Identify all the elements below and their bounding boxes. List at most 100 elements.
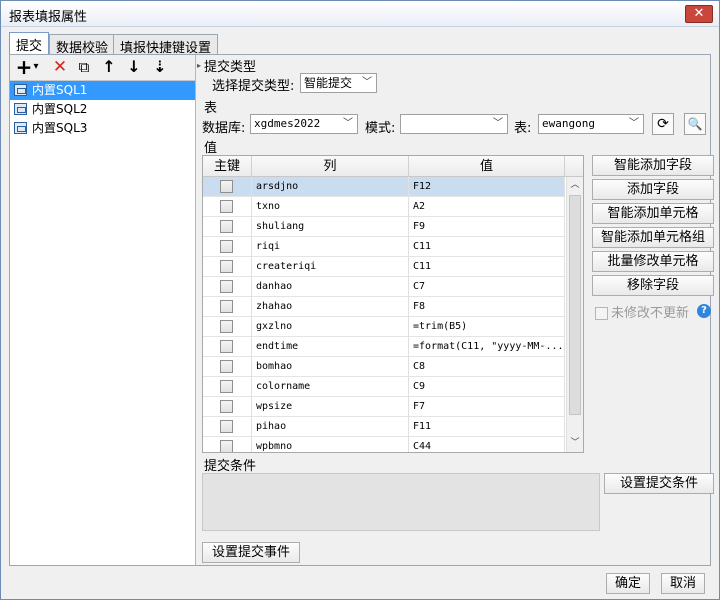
value-cell[interactable]: C8 bbox=[409, 357, 565, 377]
mode-select[interactable]: ﹀ bbox=[400, 114, 508, 134]
table-row[interactable]: arsdjno F12 bbox=[203, 177, 565, 197]
scroll-thumb[interactable] bbox=[569, 195, 581, 415]
value-cell[interactable]: C9 bbox=[409, 377, 565, 397]
header-value[interactable]: 值 bbox=[409, 156, 565, 177]
value-cell[interactable]: F8 bbox=[409, 297, 565, 317]
table-row[interactable]: createriqi C11 bbox=[203, 257, 565, 277]
scroll-up-icon[interactable]: ︿ bbox=[567, 177, 583, 194]
column-name-cell[interactable]: bomhao bbox=[252, 357, 409, 377]
column-name-cell[interactable]: danhao bbox=[252, 277, 409, 297]
primary-key-checkbox[interactable] bbox=[220, 300, 233, 313]
column-name-cell[interactable]: wpbmno bbox=[252, 437, 409, 452]
sort-icon[interactable]: ⇣ bbox=[150, 57, 170, 77]
value-cell[interactable]: F12 bbox=[409, 177, 565, 197]
column-name-cell[interactable]: wpsize bbox=[252, 397, 409, 417]
set-event-button[interactable]: 设置提交事件 bbox=[202, 542, 300, 563]
table-row[interactable]: danhao C7 bbox=[203, 277, 565, 297]
table-row[interactable]: zhahao F8 bbox=[203, 297, 565, 317]
table-row[interactable]: bomhao C8 bbox=[203, 357, 565, 377]
smart-add-cell-group-button[interactable]: 智能添加单元格组 bbox=[592, 227, 714, 248]
value-cell[interactable]: A2 bbox=[409, 197, 565, 217]
column-name-cell[interactable]: gxzlno bbox=[252, 317, 409, 337]
table-row[interactable]: colorname C9 bbox=[203, 377, 565, 397]
header-primary-key[interactable]: 主键 bbox=[203, 156, 252, 177]
primary-key-checkbox[interactable] bbox=[220, 180, 233, 193]
table-row[interactable]: txno A2 bbox=[203, 197, 565, 217]
remove-field-button[interactable]: 移除字段 bbox=[592, 275, 714, 296]
table-select[interactable]: ewangong ﹀ bbox=[538, 114, 644, 134]
primary-key-checkbox[interactable] bbox=[220, 320, 233, 333]
column-name-cell[interactable]: endtime bbox=[252, 337, 409, 357]
database-select[interactable]: xgdmes2022 ﹀ bbox=[250, 114, 358, 134]
primary-key-checkbox[interactable] bbox=[220, 400, 233, 413]
table-row[interactable]: wpbmno C44 bbox=[203, 437, 565, 452]
delete-icon[interactable]: ✕ bbox=[50, 57, 70, 77]
primary-key-checkbox[interactable] bbox=[220, 220, 233, 233]
primary-key-cell bbox=[203, 337, 252, 357]
batch-modify-cell-button[interactable]: 批量修改单元格 bbox=[592, 251, 714, 272]
value-cell[interactable]: =trim(B5) bbox=[409, 317, 565, 337]
scroll-down-icon[interactable]: ﹀ bbox=[567, 435, 583, 452]
set-condition-button[interactable]: 设置提交条件 bbox=[604, 473, 714, 494]
primary-key-checkbox[interactable] bbox=[220, 360, 233, 373]
value-cell[interactable]: C7 bbox=[409, 277, 565, 297]
table-row[interactable]: endtime =format(C11, "yyyy-MM-... bbox=[203, 337, 565, 357]
table-row[interactable]: pihao F11 bbox=[203, 417, 565, 437]
table-row[interactable]: riqi C11 bbox=[203, 237, 565, 257]
primary-key-checkbox[interactable] bbox=[220, 240, 233, 253]
value-cell[interactable]: =format(C11, "yyyy-MM-... bbox=[409, 337, 565, 357]
smart-add-cell-button[interactable]: 智能添加单元格 bbox=[592, 203, 714, 224]
column-name-cell[interactable]: pihao bbox=[252, 417, 409, 437]
primary-key-checkbox[interactable] bbox=[220, 280, 233, 293]
move-up-icon[interactable]: ↑ bbox=[99, 57, 119, 77]
primary-key-checkbox[interactable] bbox=[220, 420, 233, 433]
no-update-unchanged-checkbox[interactable]: 未修改不更新 bbox=[595, 302, 689, 321]
database-icon bbox=[14, 84, 27, 96]
column-name-cell[interactable]: riqi bbox=[252, 237, 409, 257]
column-name-cell[interactable]: shuliang bbox=[252, 217, 409, 237]
copy-icon[interactable]: ⧉ bbox=[74, 57, 94, 77]
refresh-icon[interactable]: ⟳ bbox=[652, 113, 674, 135]
tree-item-sql1[interactable]: 内置SQL1 bbox=[10, 81, 195, 100]
tab-data-validation[interactable]: 数据校验 bbox=[49, 34, 116, 56]
database-value: xgdmes2022 bbox=[254, 117, 321, 130]
value-cell[interactable]: C11 bbox=[409, 237, 565, 257]
add-field-button[interactable]: 添加字段 bbox=[592, 179, 714, 200]
grid-scrollbar[interactable]: ︿ ﹀ bbox=[566, 177, 583, 452]
primary-key-checkbox[interactable] bbox=[220, 440, 233, 452]
table-row[interactable]: wpsize F7 bbox=[203, 397, 565, 417]
header-column[interactable]: 列 bbox=[252, 156, 409, 177]
primary-key-checkbox[interactable] bbox=[220, 200, 233, 213]
tree-item-sql2[interactable]: 内置SQL2 bbox=[10, 100, 195, 119]
tree-item-label: 内置SQL1 bbox=[32, 83, 88, 97]
tree-item-sql3[interactable]: 内置SQL3 bbox=[10, 119, 195, 138]
column-name-cell[interactable]: colorname bbox=[252, 377, 409, 397]
submit-type-select[interactable]: 智能提交 ﹀ bbox=[300, 73, 377, 93]
column-name-cell[interactable]: txno bbox=[252, 197, 409, 217]
column-name-cell[interactable]: zhahao bbox=[252, 297, 409, 317]
tab-shortcut-settings[interactable]: 填报快捷键设置 bbox=[113, 34, 219, 56]
help-icon[interactable]: ? bbox=[697, 304, 711, 318]
tab-submit[interactable]: 提交 bbox=[9, 32, 50, 55]
column-name-cell[interactable]: createriqi bbox=[252, 257, 409, 277]
value-cell[interactable]: C44 bbox=[409, 437, 565, 452]
table-row[interactable]: gxzlno =trim(B5) bbox=[203, 317, 565, 337]
table-row[interactable]: shuliang F9 bbox=[203, 217, 565, 237]
cancel-button[interactable]: 取消 bbox=[661, 573, 705, 594]
value-cell[interactable]: F9 bbox=[409, 217, 565, 237]
primary-key-cell bbox=[203, 297, 252, 317]
close-button[interactable]: ✕ bbox=[685, 5, 713, 23]
panel-splitter[interactable]: ▸ bbox=[197, 55, 201, 565]
primary-key-checkbox[interactable] bbox=[220, 260, 233, 273]
primary-key-checkbox[interactable] bbox=[220, 380, 233, 393]
value-cell[interactable]: F11 bbox=[409, 417, 565, 437]
preview-icon[interactable]: 🔍 bbox=[684, 113, 706, 135]
ok-button[interactable]: 确定 bbox=[606, 573, 650, 594]
column-name-cell[interactable]: arsdjno bbox=[252, 177, 409, 197]
add-dropdown-icon[interactable]: ▾ bbox=[30, 57, 42, 77]
smart-add-field-button[interactable]: 智能添加字段 bbox=[592, 155, 714, 176]
value-cell[interactable]: F7 bbox=[409, 397, 565, 417]
value-cell[interactable]: C11 bbox=[409, 257, 565, 277]
move-down-icon[interactable]: ↓ bbox=[124, 57, 144, 77]
primary-key-checkbox[interactable] bbox=[220, 340, 233, 353]
